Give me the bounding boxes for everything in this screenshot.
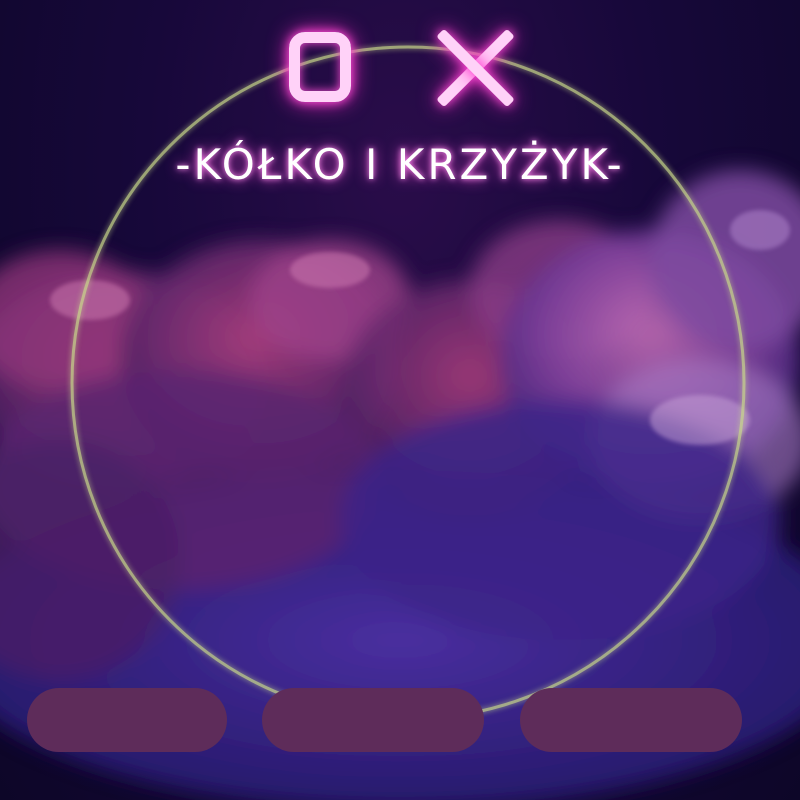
- logo-x-icon: [430, 28, 520, 108]
- game-start-screen: -KÓŁKO I KRZYŻYK-: [0, 0, 800, 800]
- menu-button-3[interactable]: [520, 688, 742, 752]
- game-subtitle: -KÓŁKO I KRZYŻYK-: [175, 140, 625, 189]
- logo-o-icon: [289, 32, 351, 102]
- menu-button-1[interactable]: [27, 688, 227, 752]
- game-logo: [0, 22, 800, 122]
- menu-button-2[interactable]: [262, 688, 484, 752]
